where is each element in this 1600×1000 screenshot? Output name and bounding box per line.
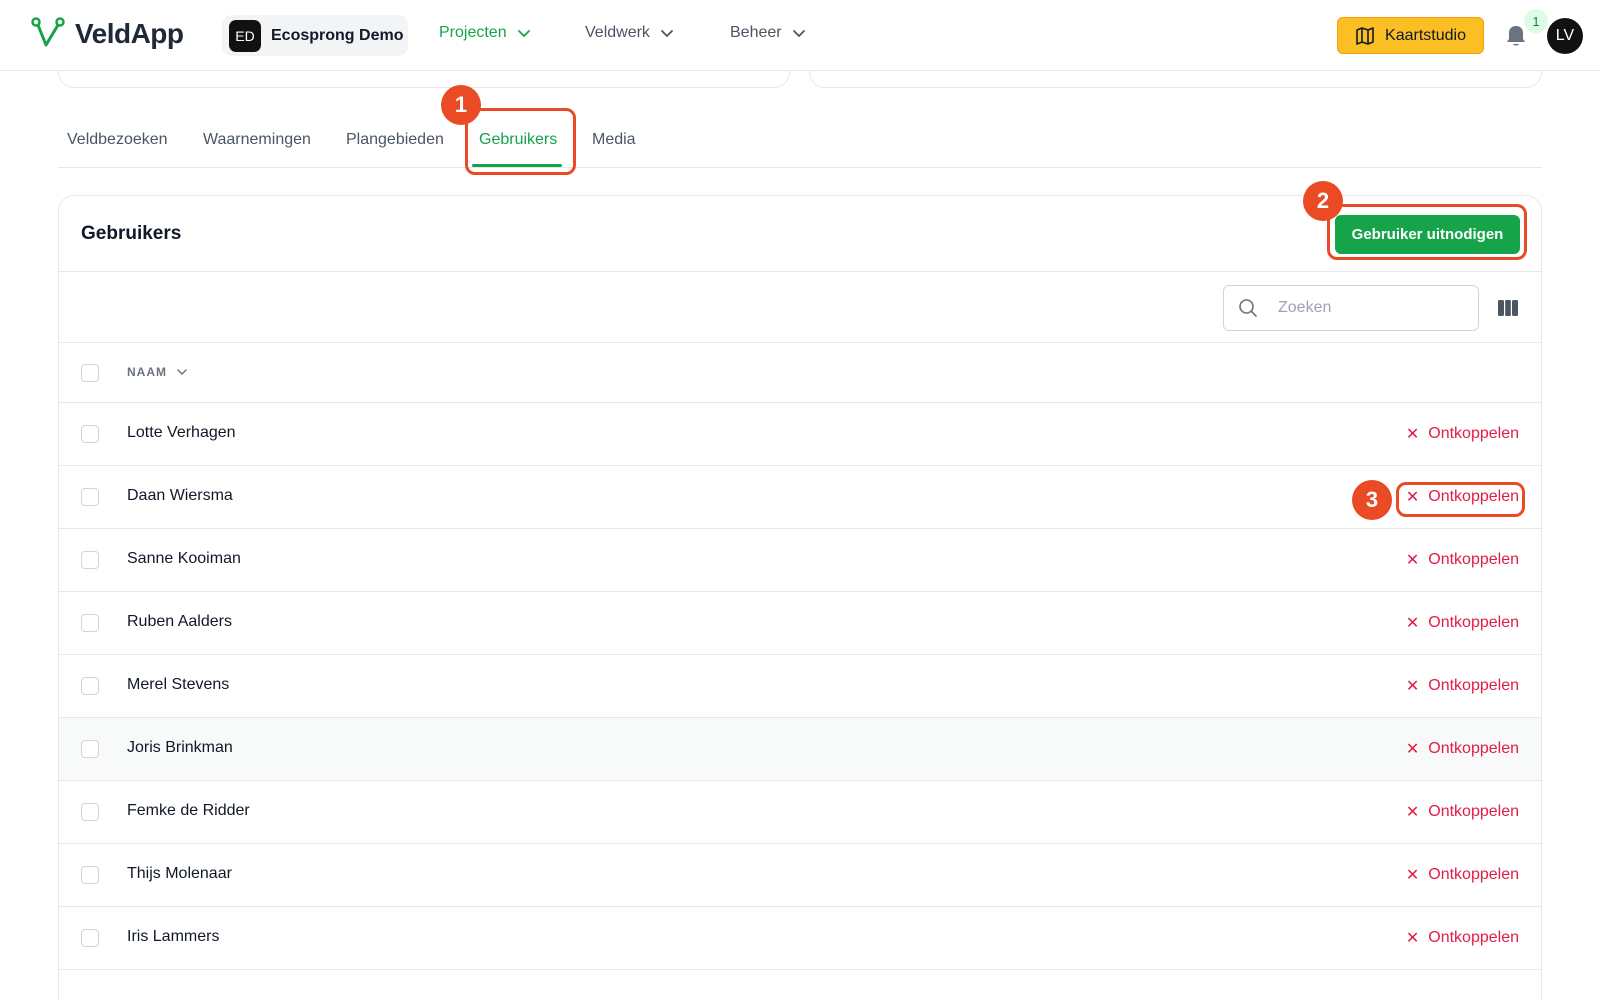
user-name: Ruben Aalders (127, 613, 232, 630)
row-checkbox[interactable] (81, 866, 99, 884)
close-icon: ✕ (1405, 678, 1420, 695)
column-header-naam[interactable]: NAAM (127, 365, 188, 379)
close-icon: ✕ (1405, 426, 1420, 443)
table-row[interactable]: Iris Lammers ✕ Ontkoppelen (59, 907, 1541, 970)
user-name: Daan Wiersma (127, 487, 233, 504)
table-row[interactable]: Femke de Ridder ✕ Ontkoppelen (59, 781, 1541, 844)
user-name: Merel Stevens (127, 676, 230, 693)
annotation-highlight-unlink (1396, 482, 1525, 517)
close-icon: ✕ (1405, 552, 1420, 569)
chevron-down-icon (792, 30, 805, 38)
row-checkbox[interactable] (81, 614, 99, 632)
chevron-down-icon (517, 30, 530, 38)
row-checkbox[interactable] (81, 425, 99, 443)
unlink-label: Ontkoppelen (1428, 929, 1519, 946)
table-row[interactable]: Daan Wiersma ✕ Ontkoppelen (59, 466, 1541, 529)
user-name: Iris Lammers (127, 928, 220, 945)
row-checkbox[interactable] (81, 803, 99, 821)
unlink-label: Ontkoppelen (1428, 677, 1519, 694)
user-name: Joris Brinkman (127, 739, 233, 756)
nav-beheer[interactable]: Beheer (730, 24, 806, 42)
tab-plangebieden[interactable]: Plangebieden (346, 131, 444, 149)
column-header-naam-label: NAAM (127, 365, 167, 379)
tab-waarnemingen[interactable]: Waarnemingen (203, 131, 311, 149)
user-name: Sanne Kooiman (127, 550, 241, 567)
row-checkbox[interactable] (81, 551, 99, 569)
unlink-label: Ontkoppelen (1428, 803, 1519, 820)
unlink-label: Ontkoppelen (1428, 866, 1519, 883)
user-name: Thijs Molenaar (127, 865, 232, 882)
annotation-highlight-invite (1327, 204, 1527, 260)
table-row[interactable]: Merel Stevens ✕ Ontkoppelen (59, 655, 1541, 718)
row-checkbox[interactable] (81, 740, 99, 758)
close-icon: ✕ (1405, 867, 1420, 884)
search-input[interactable] (1278, 299, 1458, 317)
row-checkbox[interactable] (81, 677, 99, 695)
user-avatar[interactable]: LV (1547, 18, 1583, 54)
app-name: VeldApp (75, 18, 184, 49)
nav-beheer-label: Beheer (730, 24, 782, 41)
summary-card-right (809, 71, 1542, 88)
table-row[interactable]: Ruben Aalders ✕ Ontkoppelen (59, 592, 1541, 655)
unlink-user-button[interactable]: ✕ Ontkoppelen (1406, 550, 1519, 570)
search-box[interactable] (1223, 285, 1479, 331)
close-icon: ✕ (1405, 615, 1420, 632)
annotation-marker-1: 1 (441, 85, 481, 125)
table-toolbar (59, 271, 1541, 343)
users-card: Gebruikers Gebruiker uitnodigen NAAM Lot… (58, 195, 1542, 1000)
close-icon: ✕ (1405, 930, 1420, 947)
user-name: Femke de Ridder (127, 802, 250, 819)
unlink-user-button[interactable]: ✕ Ontkoppelen (1406, 739, 1519, 759)
annotation-marker-3: 3 (1352, 480, 1392, 520)
row-checkbox[interactable] (81, 488, 99, 506)
annotation-highlight-tab (465, 108, 576, 175)
veldapp-logo-icon (31, 17, 65, 47)
close-icon: ✕ (1405, 804, 1420, 821)
chevron-down-icon (177, 369, 187, 376)
organization-switcher[interactable]: ED Ecosprong Demo (222, 15, 408, 56)
table-row[interactable]: Thijs Molenaar ✕ Ontkoppelen (59, 844, 1541, 907)
table-header: NAAM (59, 343, 1541, 403)
nav-projecten-label: Projecten (439, 24, 507, 41)
top-navigation-bar: VeldApp ED Ecosprong Demo Projecten Veld… (0, 0, 1600, 71)
nav-veldwerk-label: Veldwerk (585, 24, 650, 41)
table-row[interactable]: Joris Brinkman ✕ Ontkoppelen (59, 718, 1541, 781)
unlink-label: Ontkoppelen (1428, 614, 1519, 631)
org-initials-badge: ED (229, 19, 261, 52)
table-row[interactable]: Sanne Kooiman ✕ Ontkoppelen (59, 529, 1541, 592)
close-icon: ✕ (1405, 741, 1420, 758)
kaartstudio-button[interactable]: Kaartstudio (1337, 17, 1484, 54)
summary-card-left (58, 71, 790, 88)
table-row[interactable]: Lotte Verhagen ✕ Ontkoppelen (59, 403, 1541, 466)
org-name: Ecosprong Demo (271, 26, 404, 44)
tab-media[interactable]: Media (592, 131, 636, 149)
columns-icon[interactable] (1497, 299, 1519, 317)
app-logo[interactable]: VeldApp (31, 17, 184, 51)
users-card-title: Gebruikers (81, 223, 182, 244)
nav-projecten[interactable]: Projecten (439, 24, 531, 42)
unlink-user-button[interactable]: ✕ Ontkoppelen (1406, 424, 1519, 444)
unlink-user-button[interactable]: ✕ Ontkoppelen (1406, 676, 1519, 696)
map-icon (1356, 26, 1374, 45)
unlink-user-button[interactable]: ✕ Ontkoppelen (1406, 802, 1519, 822)
unlink-user-button[interactable]: ✕ Ontkoppelen (1406, 865, 1519, 885)
notification-count-badge: 1 (1524, 9, 1548, 33)
row-checkbox[interactable] (81, 929, 99, 947)
unlink-label: Ontkoppelen (1428, 551, 1519, 568)
annotation-marker-2: 2 (1303, 181, 1343, 221)
project-tabs: Veldbezoeken Waarnemingen Plangebieden G… (58, 116, 1542, 168)
notification-bell-icon[interactable] (1505, 24, 1527, 48)
unlink-user-button[interactable]: ✕ Ontkoppelen (1406, 613, 1519, 633)
chevron-down-icon (661, 30, 673, 38)
unlink-label: Ontkoppelen (1428, 425, 1519, 442)
nav-veldwerk[interactable]: Veldwerk (585, 24, 674, 42)
search-icon (1239, 299, 1257, 317)
unlink-label: Ontkoppelen (1428, 740, 1519, 757)
select-all-checkbox[interactable] (81, 364, 99, 382)
unlink-user-button[interactable]: ✕ Ontkoppelen (1406, 928, 1519, 948)
tab-veldbezoeken[interactable]: Veldbezoeken (67, 131, 168, 149)
kaartstudio-label: Kaartstudio (1385, 26, 1466, 44)
user-name: Lotte Verhagen (127, 424, 236, 441)
